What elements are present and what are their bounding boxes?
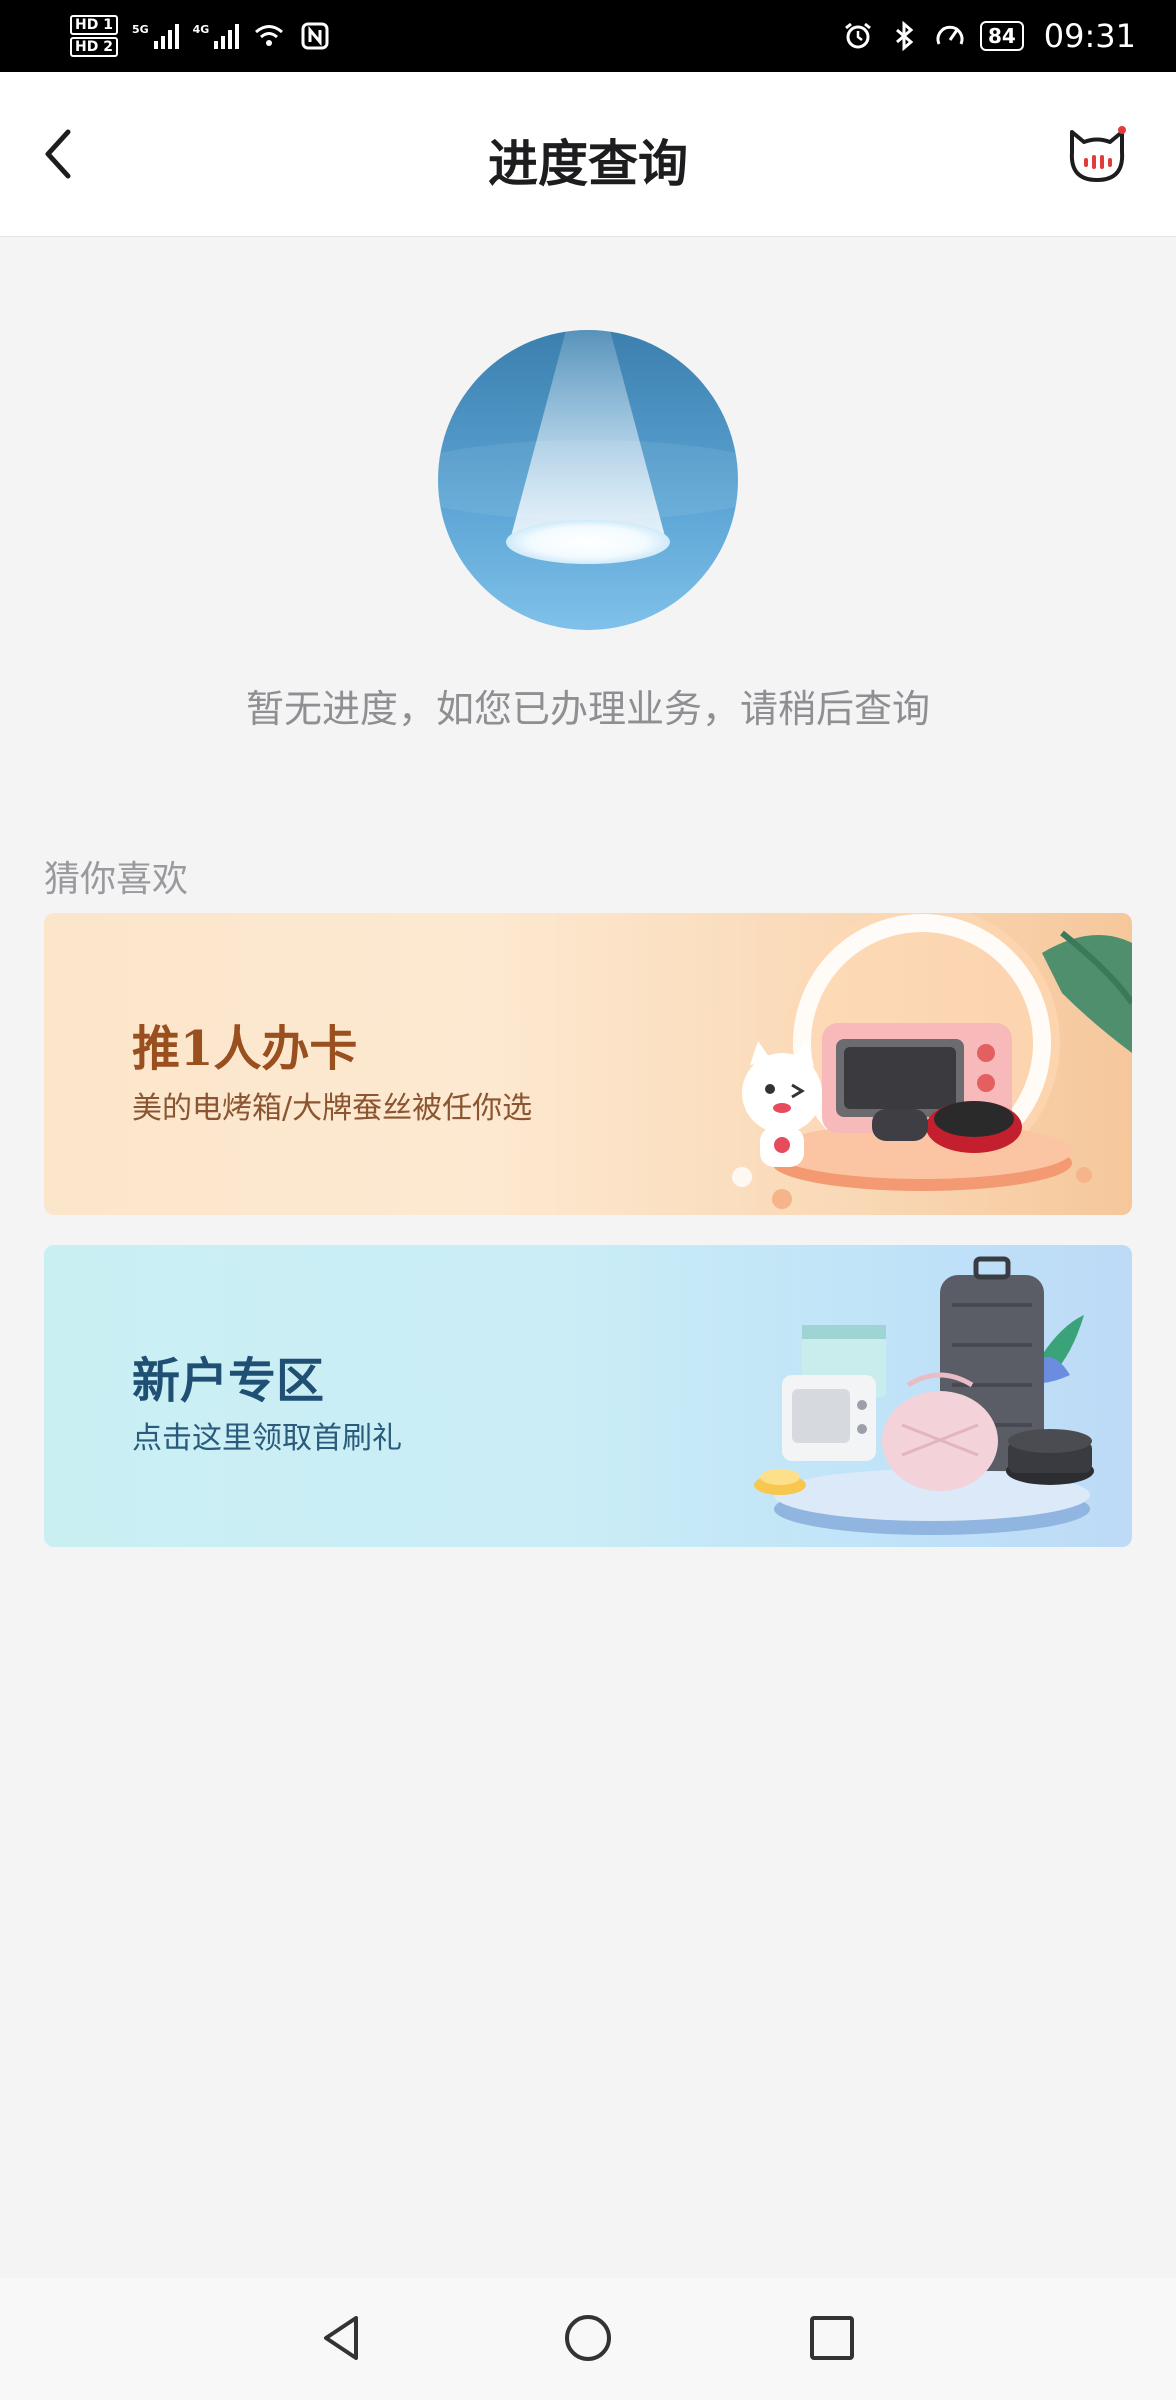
network-5g-label: 5G xyxy=(131,23,149,36)
hd1-badge: HD 1 xyxy=(70,15,118,35)
battery-icon: 84 xyxy=(979,21,1024,51)
speedometer-icon xyxy=(936,25,964,45)
network-4g-label: 4G xyxy=(192,23,210,36)
bluetooth-icon xyxy=(895,20,914,52)
new-customer-banner[interactable]: 新户专区 点击这里领取首刷礼 xyxy=(44,1245,1132,1547)
oven-gift-illustration xyxy=(732,913,1132,1209)
alarm-icon xyxy=(845,22,871,49)
nfc-icon xyxy=(301,22,329,50)
empty-spotlight-illustration xyxy=(438,330,738,630)
hd2-badge: HD 2 xyxy=(70,37,118,57)
banner-title: 推1人办卡 xyxy=(132,1021,358,1077)
empty-message: 暂无进度，如您已办理业务，请稍后查询 xyxy=(245,687,930,731)
nav-bar: 进度查询 xyxy=(0,72,1176,237)
system-nav-bar xyxy=(0,2278,1176,2400)
page-title: 进度查询 xyxy=(488,135,688,193)
back-triangle-icon[interactable] xyxy=(312,2308,372,2368)
referral-banner[interactable]: 推1人办卡 美的电烤箱/大牌蚕丝被任你选 xyxy=(44,913,1132,1215)
recents-square-icon[interactable] xyxy=(802,2308,862,2368)
status-bar: HD 1 HD 2 5G 4G 84 09:31 xyxy=(0,0,1176,72)
home-circle-icon[interactable] xyxy=(558,2308,618,2368)
banner-title: 新户专区 xyxy=(132,1353,325,1409)
customer-service-cat-icon[interactable] xyxy=(1064,122,1130,188)
banner-subtitle: 美的电烤箱/大牌蚕丝被任你选 xyxy=(132,1091,533,1126)
section-title-recommend: 猜你喜欢 xyxy=(44,859,189,900)
signal-4g-icon: 4G xyxy=(193,23,240,49)
banner-subtitle: 点击这里领取首刷礼 xyxy=(132,1421,402,1456)
wifi-icon xyxy=(255,25,284,46)
status-left: HD 1 HD 2 5G 4G xyxy=(70,15,331,57)
luggage-gift-illustration xyxy=(754,1256,1094,1535)
signal-5g-icon: 5G xyxy=(132,23,179,49)
hd-badges: HD 1 HD 2 xyxy=(70,15,118,57)
status-right: 84 09:31 xyxy=(842,17,1136,55)
clock: 09:31 xyxy=(1043,17,1136,55)
